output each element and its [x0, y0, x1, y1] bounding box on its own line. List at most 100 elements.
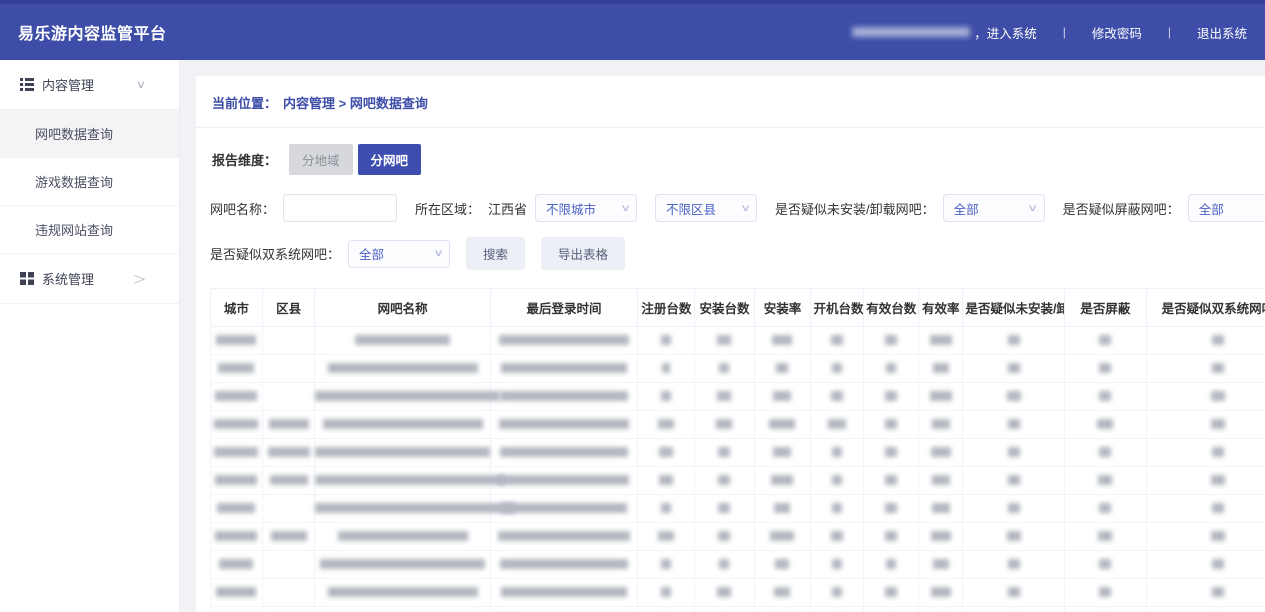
- table-cell: [864, 327, 919, 355]
- enter-system-link[interactable]: ，进入系统: [974, 23, 1037, 42]
- table-row: [211, 327, 1265, 355]
- data-table: 城市区县网吧名称最后登录时间注册台数安装台数安装率开机台数有效台数有效率是否疑似…: [210, 288, 1265, 612]
- table-cell: [262, 551, 315, 579]
- table-cell: [1147, 495, 1265, 523]
- tab-by-cafe[interactable]: 分网吧: [358, 144, 422, 175]
- redacted-value: [315, 475, 505, 485]
- table-cell: [864, 551, 919, 579]
- table-cell: [811, 495, 864, 523]
- table-cell: [864, 355, 919, 383]
- redacted-value: [832, 503, 842, 513]
- redacted-value: [1211, 475, 1225, 485]
- column-header: 注册台数: [638, 289, 695, 327]
- table-cell: [315, 355, 490, 383]
- redacted-value: [885, 447, 897, 457]
- export-button[interactable]: 导出表格: [541, 237, 625, 270]
- redacted-value: [832, 559, 842, 569]
- redacted-value: [1007, 391, 1021, 401]
- sidebar-group-system-management[interactable]: 系统管理 ＞: [0, 254, 179, 304]
- redacted-value: [1211, 391, 1225, 401]
- redacted-value: [323, 419, 483, 429]
- search-button[interactable]: 搜索: [466, 237, 525, 270]
- redacted-value: [217, 503, 255, 513]
- table-cell: [211, 523, 263, 551]
- table-cell: [754, 383, 811, 411]
- table-cell: [262, 327, 315, 355]
- column-header: 是否屏蔽: [1064, 289, 1146, 327]
- table-cell: [638, 327, 695, 355]
- dual-system-select-value: 全部: [359, 244, 384, 263]
- table-cell: [811, 355, 864, 383]
- shield-select[interactable]: 全部 ∨: [1188, 194, 1265, 222]
- table-cell: [963, 327, 1064, 355]
- redacted-value: [933, 559, 949, 569]
- table-cell: [1147, 439, 1265, 467]
- column-header: 有效台数: [864, 289, 919, 327]
- redacted-value: [1098, 531, 1112, 541]
- change-password-link[interactable]: 修改密码: [1092, 23, 1142, 42]
- city-select[interactable]: 不限城市 ∨: [535, 194, 637, 222]
- table-cell: [211, 383, 263, 411]
- cafe-name-input[interactable]: [283, 194, 397, 222]
- table-cell: [211, 327, 263, 355]
- column-header: 是否疑似未安装/卸载网吧: [963, 289, 1064, 327]
- header-actions: ，进入系统 | 修改密码 | 退出系统: [852, 23, 1247, 42]
- dual-system-select[interactable]: 全部 ∨: [348, 240, 450, 268]
- uninstall-select[interactable]: 全部 ∨: [943, 194, 1045, 222]
- redacted-value: [770, 531, 794, 541]
- redacted-value: [214, 447, 258, 457]
- table-cell: [262, 355, 315, 383]
- redacted-value: [501, 503, 627, 513]
- redacted-value: [499, 335, 629, 345]
- top-header: 易乐游内容监管平台 ，进入系统 | 修改密码 | 退出系统: [0, 0, 1265, 60]
- table-cell: [919, 551, 963, 579]
- redacted-value: [1212, 587, 1224, 597]
- table-cell: [490, 467, 638, 495]
- table-cell: [315, 579, 490, 607]
- tab-by-region[interactable]: 分地域: [289, 144, 353, 175]
- redacted-value: [1008, 559, 1020, 569]
- table-cell: [1147, 607, 1265, 612]
- table-cell: [211, 579, 263, 607]
- table-cell: [864, 383, 919, 411]
- redacted-value: [315, 391, 500, 401]
- redacted-value: [932, 503, 950, 513]
- table-row: [211, 551, 1265, 579]
- table-row: [211, 495, 1265, 523]
- table-cell: [262, 383, 315, 411]
- table-cell: [1064, 579, 1146, 607]
- sidebar-group-content-management[interactable]: 内容管理 ∨: [0, 60, 179, 110]
- sidebar-item-cafe-data-query[interactable]: 网吧数据查询: [0, 110, 179, 158]
- redacted-value: [931, 531, 951, 541]
- district-select[interactable]: 不限区县 ∨: [655, 194, 757, 222]
- table-cell: [638, 607, 695, 612]
- logout-link[interactable]: 退出系统: [1197, 23, 1247, 42]
- sidebar-item-illegal-site-query[interactable]: 违规网站查询: [0, 206, 179, 254]
- redacted-value: [769, 419, 795, 429]
- table-cell: [919, 579, 963, 607]
- redacted-value: [501, 363, 627, 373]
- column-header: 区县: [262, 289, 315, 327]
- table-cell: [315, 467, 490, 495]
- grid-icon: [20, 272, 34, 285]
- table-cell: [754, 327, 811, 355]
- table-cell: [638, 355, 695, 383]
- redacted-value: [718, 447, 730, 457]
- sidebar-group-label: 系统管理: [42, 269, 94, 288]
- app-title: 易乐游内容监管平台: [18, 20, 167, 44]
- city-select-value: 不限城市: [546, 199, 596, 218]
- redacted-value: [499, 419, 629, 429]
- redacted-value: [1099, 503, 1111, 513]
- chevron-down-icon: ∨: [136, 78, 146, 91]
- redacted-value: [773, 447, 791, 457]
- table-cell: [811, 467, 864, 495]
- sidebar-item-game-data-query[interactable]: 游戏数据查询: [0, 158, 179, 206]
- redacted-value: [1008, 447, 1020, 457]
- redacted-value: [661, 559, 671, 569]
- table-cell: [963, 355, 1064, 383]
- table-cell: [638, 523, 695, 551]
- table-cell: [864, 607, 919, 612]
- table-cell: [1064, 467, 1146, 495]
- report-dimension-row: 报告维度： 分地域 分网吧: [210, 128, 1265, 179]
- redacted-value: [930, 391, 952, 401]
